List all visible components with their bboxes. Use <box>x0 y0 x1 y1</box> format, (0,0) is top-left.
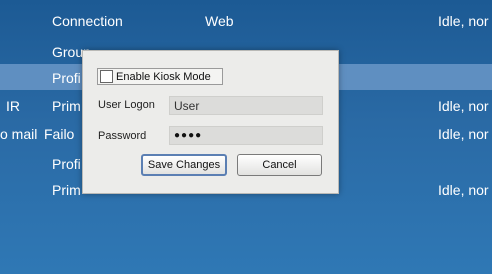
table-cell-status: Idle, nor <box>438 182 489 198</box>
table-cell-name: IR <box>6 98 20 114</box>
table-cell-type: Failo <box>44 126 75 142</box>
table-cell-type: Connection <box>52 13 123 29</box>
checkbox-box[interactable] <box>100 70 113 83</box>
kiosk-mode-checkbox[interactable]: Enable Kiosk Mode <box>97 68 223 85</box>
table-cell-mode: Web <box>205 13 234 29</box>
table-cell-type: Profi <box>52 70 81 86</box>
table-cell-type: Profi <box>52 156 81 172</box>
table-cell-status: Idle, nor <box>438 13 489 29</box>
cancel-button[interactable]: Cancel <box>237 154 322 176</box>
password-label: Password <box>98 130 147 142</box>
table-cell-status: Idle, nor <box>438 126 489 142</box>
kiosk-mode-label: Enable Kiosk Mode <box>116 70 211 83</box>
save-changes-button[interactable]: Save Changes <box>141 154 227 176</box>
password-field[interactable]: ●●●● <box>169 126 323 145</box>
settings-dialog: Enable Kiosk Mode User Logon User Passwo… <box>82 50 339 194</box>
table-cell-name: o mail <box>0 126 38 142</box>
table-cell-type: Prim <box>52 98 81 114</box>
table-cell-type: Prim <box>52 182 81 198</box>
table-cell-status: Idle, nor <box>438 98 489 114</box>
user-logon-field[interactable]: User <box>169 96 323 115</box>
user-logon-label: User Logon <box>98 99 155 111</box>
